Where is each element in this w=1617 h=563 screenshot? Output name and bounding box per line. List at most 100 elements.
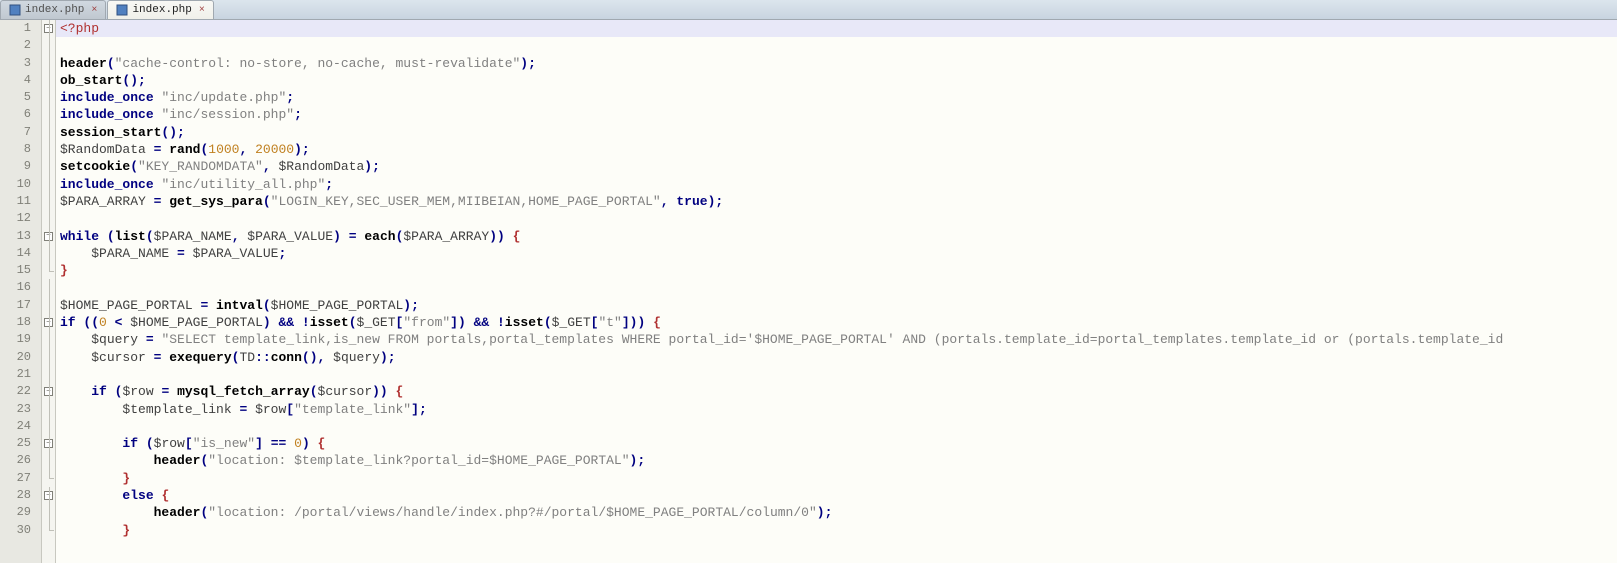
line-number-gutter: 1234567891011121314151617181920212223242… xyxy=(0,20,42,563)
fold-marker xyxy=(42,331,55,348)
code-line[interactable]: setcookie("KEY_RANDOMDATA", $RandomData)… xyxy=(56,158,1617,175)
fold-column: − − − − − − xyxy=(42,20,56,563)
code-line[interactable]: if ((0 < $HOME_PAGE_PORTAL) && !isset($_… xyxy=(56,314,1617,331)
line-number: 29 xyxy=(0,504,41,521)
code-line[interactable]: include_once "inc/utility_all.php"; xyxy=(56,176,1617,193)
code-line[interactable]: $HOME_PAGE_PORTAL = intval($HOME_PAGE_PO… xyxy=(56,297,1617,314)
code-line[interactable]: $PARA_ARRAY = get_sys_para("LOGIN_KEY,SE… xyxy=(56,193,1617,210)
fold-marker xyxy=(42,176,55,193)
code-line[interactable]: if ($row = mysql_fetch_array($cursor)) { xyxy=(56,383,1617,400)
line-number: 24 xyxy=(0,418,41,435)
fold-marker[interactable]: − xyxy=(42,435,55,452)
line-number: 4 xyxy=(0,72,41,89)
line-number: 20 xyxy=(0,349,41,366)
tab-label: index.php xyxy=(132,4,191,16)
fold-marker xyxy=(42,89,55,106)
line-number: 12 xyxy=(0,210,41,227)
line-number: 22 xyxy=(0,383,41,400)
code-line[interactable] xyxy=(56,279,1617,296)
tab-file-active[interactable]: index.php × xyxy=(107,0,213,19)
line-number: 16 xyxy=(0,279,41,296)
line-number: 17 xyxy=(0,297,41,314)
code-line[interactable]: $query = "SELECT template_link,is_new FR… xyxy=(56,331,1617,348)
code-line[interactable]: <?php xyxy=(56,20,1617,37)
line-number: 10 xyxy=(0,176,41,193)
fold-marker xyxy=(42,245,55,262)
line-number: 14 xyxy=(0,245,41,262)
fold-marker[interactable]: − xyxy=(42,487,55,504)
code-line[interactable]: session_start(); xyxy=(56,124,1617,141)
code-line[interactable]: if ($row["is_new"] == 0) { xyxy=(56,435,1617,452)
close-icon[interactable]: × xyxy=(199,5,205,16)
fold-marker xyxy=(42,72,55,89)
line-number: 6 xyxy=(0,106,41,123)
line-number: 25 xyxy=(0,435,41,452)
line-number: 21 xyxy=(0,366,41,383)
line-number: 9 xyxy=(0,158,41,175)
code-line[interactable]: $PARA_NAME = $PARA_VALUE; xyxy=(56,245,1617,262)
fold-marker xyxy=(42,210,55,227)
code-line[interactable]: $template_link = $row["template_link"]; xyxy=(56,401,1617,418)
line-number: 15 xyxy=(0,262,41,279)
code-line[interactable] xyxy=(56,418,1617,435)
line-number: 28 xyxy=(0,487,41,504)
code-line[interactable]: $cursor = exequery(TD::conn(), $query); xyxy=(56,349,1617,366)
line-number: 30 xyxy=(0,522,41,539)
fold-marker[interactable]: − xyxy=(42,20,55,37)
fold-marker[interactable]: − xyxy=(42,228,55,245)
line-number: 11 xyxy=(0,193,41,210)
fold-marker xyxy=(42,124,55,141)
fold-marker xyxy=(42,297,55,314)
fold-marker xyxy=(42,37,55,54)
code-area[interactable]: <?php header("cache-control: no-store, no… xyxy=(56,20,1617,563)
code-line[interactable]: while (list($PARA_NAME, $PARA_VALUE) = e… xyxy=(56,228,1617,245)
fold-marker xyxy=(42,262,55,279)
line-number: 23 xyxy=(0,401,41,418)
fold-marker xyxy=(42,279,55,296)
code-line[interactable]: header("location: $template_link?portal_… xyxy=(56,452,1617,469)
code-line[interactable]: $RandomData = rand(1000, 20000); xyxy=(56,141,1617,158)
fold-marker xyxy=(42,452,55,469)
code-line[interactable]: include_once "inc/session.php"; xyxy=(56,106,1617,123)
fold-marker[interactable]: − xyxy=(42,383,55,400)
file-icon xyxy=(9,4,21,16)
fold-marker xyxy=(42,141,55,158)
line-number: 13 xyxy=(0,228,41,245)
line-number: 8 xyxy=(0,141,41,158)
code-line[interactable]: include_once "inc/update.php"; xyxy=(56,89,1617,106)
code-line[interactable]: header("location: /portal/views/handle/i… xyxy=(56,504,1617,521)
line-number: 26 xyxy=(0,452,41,469)
fold-marker xyxy=(42,418,55,435)
fold-marker xyxy=(42,349,55,366)
tab-bar: index.php × index.php × xyxy=(0,0,1617,20)
code-line[interactable]: } xyxy=(56,262,1617,279)
line-number: 18 xyxy=(0,314,41,331)
code-line[interactable]: } xyxy=(56,522,1617,539)
line-number: 27 xyxy=(0,470,41,487)
fold-marker xyxy=(42,470,55,487)
code-line[interactable] xyxy=(56,366,1617,383)
tab-label: index.php xyxy=(25,4,84,16)
close-icon[interactable]: × xyxy=(91,5,97,16)
line-number: 5 xyxy=(0,89,41,106)
fold-marker xyxy=(42,504,55,521)
code-line[interactable] xyxy=(56,210,1617,227)
file-icon xyxy=(116,4,128,16)
code-line[interactable]: header("cache-control: no-store, no-cach… xyxy=(56,55,1617,72)
fold-marker xyxy=(42,366,55,383)
code-line[interactable]: ob_start(); xyxy=(56,72,1617,89)
code-line[interactable]: else { xyxy=(56,487,1617,504)
fold-marker xyxy=(42,193,55,210)
line-number: 7 xyxy=(0,124,41,141)
code-editor[interactable]: 1234567891011121314151617181920212223242… xyxy=(0,20,1617,563)
fold-marker xyxy=(42,158,55,175)
code-line[interactable] xyxy=(56,37,1617,54)
fold-marker xyxy=(42,55,55,72)
line-number: 1 xyxy=(0,20,41,37)
fold-marker xyxy=(42,401,55,418)
fold-marker xyxy=(42,522,55,539)
code-line[interactable]: } xyxy=(56,470,1617,487)
fold-marker xyxy=(42,106,55,123)
tab-file-inactive[interactable]: index.php × xyxy=(0,0,106,19)
fold-marker[interactable]: − xyxy=(42,314,55,331)
